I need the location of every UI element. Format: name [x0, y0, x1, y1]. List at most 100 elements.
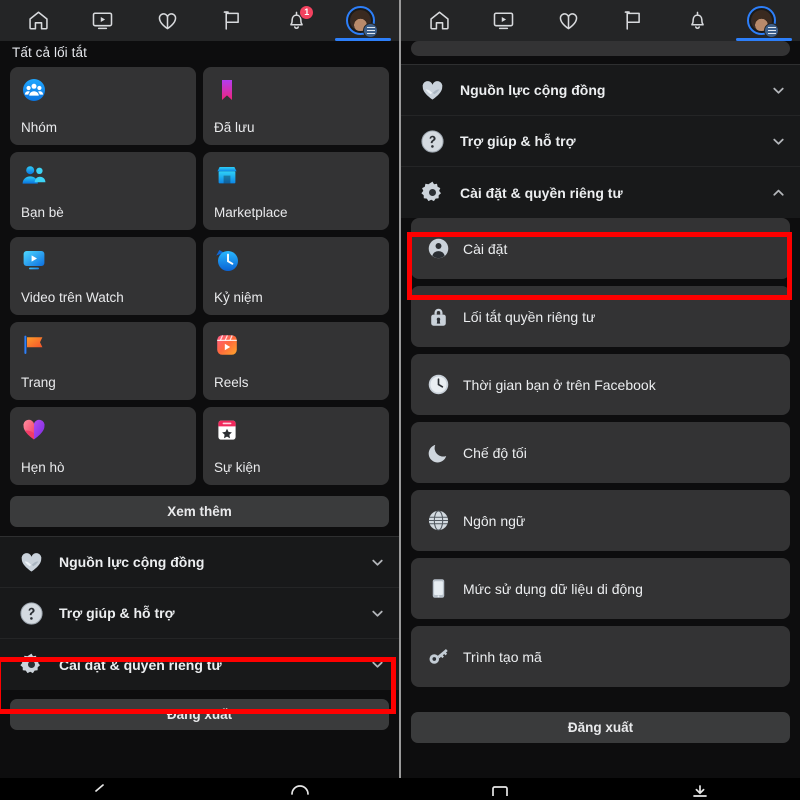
notification-badge: 1	[299, 4, 315, 20]
android-back-button[interactable]	[0, 778, 200, 800]
marketplace-icon	[214, 162, 240, 188]
watch-video-icon	[21, 247, 47, 273]
nav-home-button[interactable]	[12, 2, 64, 40]
shortcut-tile-marketplace[interactable]: Marketplace	[203, 152, 389, 230]
shortcut-tile-dating[interactable]: Hẹn hò	[10, 407, 196, 485]
shortcut-tile-watch[interactable]: Video trên Watch	[10, 237, 196, 315]
shortcut-label: Kỷ niệm	[214, 290, 263, 305]
nav-menu-avatar-button[interactable]	[335, 2, 387, 40]
dating-heart-icon	[156, 9, 179, 32]
nav-pages-button[interactable]	[607, 2, 659, 40]
android-home-button[interactable]	[200, 778, 400, 800]
submenu-item-label: Mức sử dụng dữ liệu di động	[463, 580, 643, 597]
sidebar-item-settings-privacy[interactable]: Cài đặt & quyền riêng tư	[401, 167, 800, 218]
shortcut-tile-events[interactable]: Sự kiện	[203, 407, 389, 485]
partial-card-above	[411, 41, 790, 56]
submenu-item-label: Trình tạo mã	[463, 648, 542, 665]
see-more-button[interactable]: Xem thêm	[10, 496, 389, 527]
memories-clock-icon	[214, 247, 240, 273]
submenu-item-label: Cài đặt	[463, 240, 508, 257]
nav-notifications-button[interactable]: 1	[270, 2, 322, 40]
nav-dating-button[interactable]	[542, 2, 594, 40]
sidebar-item-settings-privacy[interactable]: Cài đặt & quyền riêng tư	[0, 639, 399, 690]
screenshot-root: 1 Tất cả lối tắt Nhóm Đã lưu Bạn bè Mark…	[0, 0, 800, 800]
submenu-item-language[interactable]: Ngôn ngữ	[411, 490, 790, 551]
sidebar-item-label: Nguồn lực cộng đồng	[59, 554, 205, 570]
chevron-down-icon	[370, 606, 385, 621]
shortcut-tile-memories[interactable]: Kỷ niệm	[203, 237, 389, 315]
privacy-lock-icon	[427, 305, 450, 328]
avatar[interactable]	[346, 6, 379, 38]
sidebar-item-help-support[interactable]: Trợ giúp & hỗ trợ	[0, 588, 399, 639]
submenu-item-code-generator[interactable]: Trình tạo mã	[411, 626, 790, 687]
back-icon	[91, 784, 109, 800]
friends-icon	[21, 162, 47, 188]
submenu-item-label: Thời gian bạn ở trên Facebook	[463, 376, 656, 393]
flag-icon	[621, 9, 644, 32]
nav-video-button[interactable]	[77, 2, 129, 40]
video-icon	[492, 9, 515, 32]
shortcut-tile-friends[interactable]: Bạn bè	[10, 152, 196, 230]
logout-button[interactable]: Đăng xuất	[10, 699, 389, 730]
sidebar-item-help-support[interactable]: Trợ giúp & hỗ trợ	[401, 116, 800, 167]
android-navigation-bar	[0, 778, 800, 800]
logout-wrapper: Đăng xuất	[0, 690, 399, 739]
right-panel: Nguồn lực cộng đồng Trợ giúp & hỗ trợ Cà…	[401, 0, 800, 800]
sidebar-item-label: Nguồn lực cộng đồng	[460, 82, 606, 98]
shortcut-tile-saved[interactable]: Đã lưu	[203, 67, 389, 145]
help-question-icon	[18, 600, 45, 627]
sidebar-item-community-resources[interactable]: Nguồn lực cộng đồng	[401, 65, 800, 116]
screenshot-icon	[691, 784, 709, 800]
avatar-menu-icon	[764, 23, 780, 38]
top-navigation-bar: 1	[0, 0, 399, 41]
shortcut-label: Trang	[21, 375, 56, 390]
shortcut-label: Sự kiện	[214, 460, 261, 475]
nav-home-button[interactable]	[413, 2, 465, 40]
reels-icon	[214, 332, 240, 358]
nav-dating-button[interactable]	[141, 2, 193, 40]
submenu-item-time-on-facebook[interactable]: Thời gian bạn ở trên Facebook	[411, 354, 790, 415]
shortcut-tile-reels[interactable]: Reels	[203, 322, 389, 400]
nav-notifications-button[interactable]	[671, 2, 723, 40]
shortcut-tile-pages[interactable]: Trang	[10, 322, 196, 400]
flag-icon	[220, 9, 243, 32]
sidebar-item-community-resources[interactable]: Nguồn lực cộng đồng	[0, 537, 399, 588]
shortcut-tile-groups[interactable]: Nhóm	[10, 67, 196, 145]
pages-flag-icon	[21, 332, 47, 358]
code-generator-key-icon	[427, 645, 450, 668]
left-panel-content: Tất cả lối tắt Nhóm Đã lưu Bạn bè Market…	[0, 41, 399, 800]
shortcut-label: Đã lưu	[214, 120, 255, 135]
chevron-down-icon	[370, 555, 385, 570]
android-recents-button[interactable]	[400, 778, 600, 800]
logout-button[interactable]: Đăng xuất	[411, 712, 790, 743]
events-calendar-icon	[214, 417, 240, 443]
logout-wrapper: Đăng xuất	[401, 694, 800, 752]
sidebar-item-label: Cài đặt & quyền riêng tư	[59, 656, 222, 673]
community-heart-hands-icon	[18, 549, 45, 576]
nav-pages-button[interactable]	[206, 2, 258, 40]
submenu-item-label: Ngôn ngữ	[463, 512, 526, 529]
dark-mode-moon-icon	[427, 441, 450, 464]
submenu-item-privacy-shortcuts[interactable]: Lối tắt quyền riêng tư	[411, 286, 790, 347]
left-panel: 1 Tất cả lối tắt Nhóm Đã lưu Bạn bè Mark…	[0, 0, 399, 800]
chevron-down-icon	[771, 83, 786, 98]
submenu-item-settings[interactable]: Cài đặt	[411, 218, 790, 279]
submenu-item-mobile-data-usage[interactable]: Mức sử dụng dữ liệu di động	[411, 558, 790, 619]
help-question-icon	[419, 128, 446, 155]
shortcut-label: Bạn bè	[21, 205, 64, 220]
settings-submenu-list: Cài đặt Lối tắt quyền riêng tư Thời gian…	[401, 218, 800, 687]
nav-menu-avatar-button[interactable]	[736, 2, 788, 40]
right-panel-content: Nguồn lực cộng đồng Trợ giúp & hỗ trợ Cà…	[401, 41, 800, 800]
android-screenshot-button[interactable]	[600, 778, 800, 800]
home-icon	[289, 784, 311, 800]
shortcut-label: Nhóm	[21, 120, 58, 135]
chevron-down-icon	[771, 134, 786, 149]
bell-icon	[686, 9, 709, 32]
sidebar-item-label: Trợ giúp & hỗ trợ	[460, 133, 576, 149]
avatar[interactable]	[747, 6, 780, 38]
top-navigation-bar	[401, 0, 800, 41]
recents-icon	[490, 784, 510, 800]
shortcuts-grid: Nhóm Đã lưu Bạn bè Marketplace Video trê…	[0, 63, 399, 485]
submenu-item-dark-mode[interactable]: Chế độ tối	[411, 422, 790, 483]
nav-video-button[interactable]	[478, 2, 530, 40]
